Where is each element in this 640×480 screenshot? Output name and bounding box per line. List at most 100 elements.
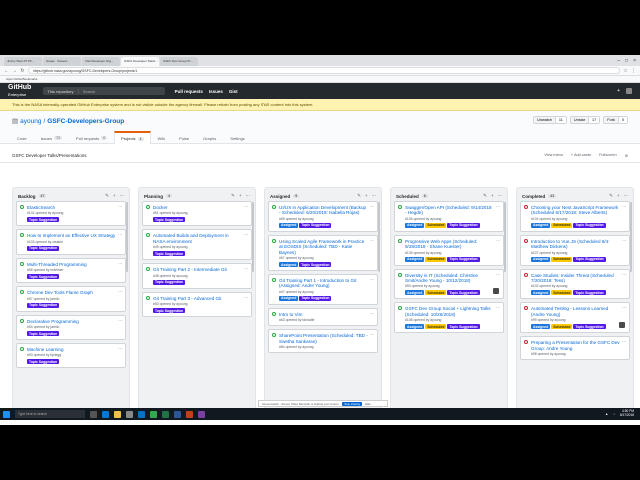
issue-title[interactable]: Machine Learning (27, 347, 122, 352)
label-badge[interactable]: Scheduled (425, 222, 447, 228)
card-menu-icon[interactable]: ⋯ (370, 277, 374, 282)
label-badge[interactable]: Topic Suggestion (27, 302, 60, 308)
label-badge[interactable]: Scheduled (425, 256, 447, 262)
column-scrollbar[interactable] (126, 202, 128, 272)
bookmarks-bar[interactable]: Apps NASA Bookmarks (0, 76, 640, 83)
issue-title[interactable]: ElasticSearch (27, 205, 122, 210)
plus-icon[interactable]: + (365, 193, 368, 199)
card-menu-icon[interactable]: ⋯ (370, 332, 374, 337)
tab-wiki[interactable]: Wiki (151, 131, 173, 144)
app-icon[interactable] (186, 410, 193, 418)
label-badge[interactable]: Assigned (405, 324, 425, 330)
label-badge[interactable]: Assigned (279, 222, 299, 228)
issue-card[interactable]: ⋯ Git Training Part 3 - Advanced Git #50 o… (142, 291, 252, 318)
issue-title[interactable]: Git Training Part 3 - Advanced Git (153, 296, 248, 301)
issue-card[interactable]: ⋯ Swagger/Open API (Scheduled: 9/14/2018 … (394, 201, 504, 232)
tab-pulse[interactable]: Pulse (172, 131, 196, 144)
issue-title[interactable]: Preparing a Presentation for the GSFC De… (531, 340, 626, 351)
issue-card[interactable]: ⋯ Declarative Programming #94 opened by ja… (16, 314, 126, 341)
address-bar[interactable]: https://github.nasa.gov/ayoung/GSFC-Deve… (28, 67, 620, 74)
card-menu-icon[interactable]: ⋯ (496, 238, 500, 243)
card-menu-icon[interactable]: ⋯ (244, 295, 248, 300)
issue-title[interactable]: Declarative Programming (27, 319, 122, 324)
card-menu-icon[interactable]: ⋯ (370, 311, 374, 316)
plus-icon[interactable]: + (239, 193, 242, 199)
card-menu-icon[interactable]: ⋯ (118, 261, 122, 266)
card-menu-icon[interactable]: ⋯ (622, 238, 626, 243)
label-badge[interactable]: Assigned (531, 256, 551, 262)
pencil-icon[interactable]: ✎ (231, 193, 235, 199)
column-scrollbar[interactable] (378, 202, 380, 272)
reload-icon[interactable]: ↻ (20, 68, 25, 74)
excel-icon[interactable] (162, 410, 169, 418)
app-icon[interactable] (198, 410, 205, 418)
plus-icon[interactable]: + (491, 193, 494, 199)
fullscreen-button[interactable]: Fullscreen (599, 153, 617, 158)
close-icon[interactable]: × (633, 57, 636, 66)
issue-title[interactable]: Diversity in IT (Scheduled: Christine Sm… (405, 273, 500, 284)
column-scrollbar[interactable] (630, 202, 632, 272)
back-icon[interactable]: ← (4, 68, 9, 74)
repo-name[interactable]: GSFC-Developers-Group (47, 118, 124, 125)
tab-projects[interactable]: Projects 1 (114, 131, 151, 144)
issue-card[interactable]: ⋯ Automated Testing - Lessons Learned (An… (520, 302, 630, 334)
card-menu-icon[interactable]: ⋯ (370, 238, 374, 243)
label-badge[interactable]: Topic Suggestion (299, 222, 332, 228)
plus-icon[interactable]: + (617, 193, 620, 199)
issue-card[interactable]: ⋯ Docker #51 opened by ayoung Topic Suggest… (142, 201, 252, 227)
card-menu-icon[interactable]: ⋯ (370, 204, 374, 209)
task-view-icon[interactable] (90, 410, 97, 418)
network-icon[interactable]: ▲ (605, 412, 608, 416)
pencil-icon[interactable]: ✎ (357, 193, 361, 199)
issue-title[interactable]: Progressive Web Apps (Scheduled: 9/28/20… (405, 239, 500, 250)
issue-card[interactable]: ⋯ Chrome Dev Tools Flame Graph #97 opened … (16, 286, 126, 312)
outlook-icon[interactable] (138, 410, 145, 418)
browser-tab[interactable]: GSFC Dev Group Pr... (160, 57, 198, 66)
more-icon[interactable]: ⋯ (246, 193, 251, 199)
card-menu-icon[interactable]: ⋯ (496, 272, 500, 277)
label-badge[interactable]: Scheduled (425, 290, 447, 296)
github-logo[interactable]: GitHub Enterprise (8, 84, 31, 98)
nav-gist[interactable]: Gist (229, 89, 238, 94)
pencil-icon[interactable]: ✎ (609, 193, 613, 199)
card-menu-icon[interactable]: ⋯ (118, 232, 122, 237)
maximize-icon[interactable]: □ (625, 57, 628, 66)
issue-title[interactable]: Git Training Part 1 - Introduction to Gi… (279, 278, 374, 289)
tab-pull-requests[interactable]: Pull requests 0 (69, 131, 114, 144)
issue-title[interactable]: Choosing your Next JavaScript Framework … (531, 205, 626, 216)
windows-start-icon[interactable] (3, 410, 10, 418)
label-badge[interactable]: Topic Suggestion (299, 295, 332, 301)
nav-pull-requests[interactable]: Pull requests (175, 89, 203, 94)
unwatch-button[interactable]: Unwatch 11 (533, 116, 567, 124)
fork-button[interactable]: Fork 0 (603, 116, 628, 124)
label-badge[interactable]: Topic Suggestion (447, 222, 480, 228)
label-badge[interactable]: Topic Suggestion (27, 245, 60, 251)
stop-sharing-button[interactable]: Stop sharing (342, 401, 362, 406)
issue-card[interactable]: ⋯ Multi-Threaded Programming #96 opened by… (16, 257, 126, 284)
card-menu-icon[interactable]: ⋯ (118, 346, 122, 351)
issue-title[interactable]: GSFC Dev Group Social + Lightning Talks … (405, 306, 500, 317)
card-menu-icon[interactable]: ⋯ (244, 204, 248, 209)
clock[interactable]: 4:50 PM 8/17/2018 (620, 410, 634, 417)
issue-title[interactable]: Intro to Vim (279, 312, 374, 317)
issue-card[interactable]: ⋯ Case Studies: Insider Threat (Scheduled… (520, 268, 630, 300)
issue-card[interactable]: ⋯ Git Training Part 1 - Introduction to G… (268, 274, 378, 305)
card-menu-icon[interactable]: ⋯ (622, 204, 626, 209)
gear-icon[interactable]: ⚙ (625, 153, 628, 158)
label-badge[interactable]: Scheduled (551, 324, 573, 330)
issue-card[interactable]: ⋯ GSFC Dev Group Social + Lightning Talks… (394, 302, 504, 334)
tab-code[interactable]: Code (10, 131, 34, 144)
label-badge[interactable]: Topic Suggestion (153, 279, 186, 285)
plus-icon[interactable]: + (617, 88, 620, 94)
search-input[interactable]: Search (79, 89, 165, 94)
folder-icon[interactable] (114, 410, 121, 418)
browser-tab-active[interactable]: GSFC Developer Stack... (121, 57, 159, 66)
label-badge[interactable]: Assigned (531, 324, 551, 330)
browser-tab[interactable]: Visit Developer brig... (82, 57, 120, 66)
more-icon[interactable]: ⋯ (120, 193, 125, 199)
avatar[interactable] (493, 288, 499, 295)
label-badge[interactable]: Assigned (405, 222, 425, 228)
issue-title[interactable]: Automated Builds and Deployment in NASA … (153, 233, 248, 244)
browser-tab[interactable]: Issues · thesent... (43, 57, 81, 66)
issue-title[interactable]: SharePoint Presentation (Scheduled: TBD … (279, 333, 374, 344)
